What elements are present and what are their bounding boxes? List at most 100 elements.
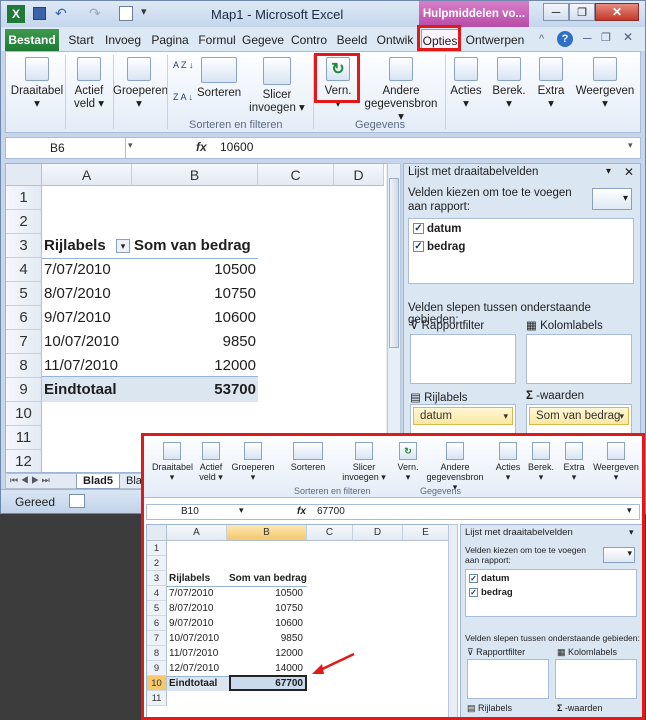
pane-options-icon[interactable]: ▾ bbox=[606, 166, 611, 177]
column-header-a[interactable]: A bbox=[42, 164, 132, 186]
worksheet-grid[interactable]: A B C D 1 2 3 4 5 6 7 8 9 10 11 12 Rijlabels ▾ Som … bbox=[5, 163, 389, 473]
andere-gegevensbron-button[interactable]: Andere gegevensbron ▾ bbox=[361, 57, 441, 124]
field-list-layout-button[interactable]: ▾ bbox=[592, 188, 632, 210]
inset-row-header[interactable]: 11 bbox=[147, 691, 167, 706]
row-header[interactable]: 9 bbox=[6, 378, 42, 402]
inset-row-header[interactable]: 5 bbox=[147, 601, 167, 616]
rapportfilter-area[interactable] bbox=[410, 334, 516, 384]
tab-controleren[interactable]: Contro bbox=[287, 29, 331, 51]
sheet-tab-next[interactable]: Bla bbox=[126, 475, 142, 487]
tab-gegevens[interactable]: Gegeve bbox=[241, 29, 285, 51]
inset-pivot-row-value[interactable]: 10600 bbox=[229, 616, 303, 631]
pivot-row-value[interactable]: 10500 bbox=[134, 258, 256, 282]
vertical-scrollbar[interactable] bbox=[387, 163, 401, 473]
inset-actief-veld-button[interactable]: Actief veld ▾ bbox=[196, 442, 226, 482]
pivot-row-label[interactable]: 10/07/2010 bbox=[44, 330, 119, 354]
draaitabel-button[interactable]: Draaitabel ▾ bbox=[9, 57, 65, 111]
inset-pivot-row-value[interactable]: 12000 bbox=[229, 646, 303, 661]
inset-field-bedrag[interactable]: ✓ bedrag bbox=[469, 587, 513, 598]
inset-pivot-row-label[interactable]: 11/07/2010 bbox=[169, 646, 218, 661]
pivot-row-label[interactable]: 7/07/2010 bbox=[44, 258, 111, 282]
inset-pivot-row-label[interactable]: 9/07/2010 bbox=[169, 616, 214, 631]
inset-pivot-row-label[interactable]: 8/07/2010 bbox=[169, 601, 214, 616]
row-header[interactable]: 3 bbox=[6, 234, 42, 258]
kolomlabels-area[interactable] bbox=[526, 334, 632, 384]
row-header[interactable]: 6 bbox=[6, 306, 42, 330]
close-button[interactable]: ✕ bbox=[595, 3, 639, 21]
help-icon[interactable]: ? bbox=[557, 31, 573, 47]
inset-row-header[interactable]: 6 bbox=[147, 616, 167, 631]
column-header-d[interactable]: D bbox=[334, 164, 384, 186]
inset-pivot-row-label[interactable]: 12/07/2010 bbox=[169, 661, 219, 676]
inset-pivot-row-value[interactable]: 14000 bbox=[229, 661, 303, 676]
sort-za-icon[interactable]: Z A ↓ bbox=[173, 93, 193, 102]
select-all-corner[interactable] bbox=[6, 164, 42, 186]
row-field-chip[interactable]: datum ▾ bbox=[413, 407, 513, 425]
inset-pivot-row-value[interactable]: 10750 bbox=[229, 601, 303, 616]
value-field-chip[interactable]: Som van bedrag ▾ bbox=[529, 407, 629, 425]
inset-row-header[interactable]: 8 bbox=[147, 646, 167, 661]
sorteren-button[interactable]: Sorteren bbox=[197, 57, 241, 100]
formula-input[interactable]: 10600 bbox=[220, 140, 253, 154]
inset-column-header-a[interactable]: A bbox=[167, 525, 227, 541]
tab-formules[interactable]: Formul bbox=[195, 29, 239, 51]
inset-row-header[interactable]: 1 bbox=[147, 541, 167, 556]
inset-row-header[interactable]: 4 bbox=[147, 586, 167, 601]
inset-sorteren-button[interactable]: Sorteren bbox=[282, 442, 334, 472]
extra-button[interactable]: Extra ▾ bbox=[533, 57, 569, 111]
inset-pivot-row-label[interactable]: 10/07/2010 bbox=[169, 631, 219, 646]
inset-groeperen-button[interactable]: Groeperen ▾ bbox=[230, 442, 276, 482]
name-box[interactable]: B6 bbox=[6, 138, 126, 158]
row-header[interactable]: 5 bbox=[6, 282, 42, 306]
pivot-row-value[interactable]: 12000 bbox=[134, 354, 256, 378]
pivot-row-value[interactable]: 9850 bbox=[134, 330, 256, 354]
tab-bestand[interactable]: Bestand bbox=[5, 29, 59, 51]
name-box-dropdown-icon[interactable]: ▾ bbox=[128, 140, 133, 151]
pivot-row-label[interactable]: 9/07/2010 bbox=[44, 306, 111, 330]
inset-bedrag-checkbox[interactable]: ✓ bbox=[469, 587, 478, 597]
inset-function-icon[interactable]: fx bbox=[297, 506, 306, 517]
restore-button[interactable]: ❐ bbox=[569, 3, 595, 21]
inset-column-header-b[interactable]: B bbox=[227, 525, 307, 541]
row-header[interactable]: 10 bbox=[6, 402, 42, 426]
row-header[interactable]: 7 bbox=[6, 330, 42, 354]
save-icon[interactable] bbox=[33, 7, 46, 20]
workbook-restore-button[interactable]: ❐ bbox=[601, 31, 611, 44]
function-icon[interactable]: fx bbox=[196, 140, 207, 154]
pivot-row-label[interactable]: 11/07/2010 bbox=[44, 354, 118, 378]
inset-column-header-c[interactable]: C bbox=[307, 525, 353, 541]
customize-qat-icon[interactable]: ▾ bbox=[141, 5, 147, 18]
inset-row-header[interactable]: 3 bbox=[147, 571, 167, 586]
datum-checkbox[interactable]: ✓ bbox=[413, 223, 424, 235]
inset-weergeven-button[interactable]: Weergeven ▾ bbox=[592, 442, 640, 482]
inset-berek-button[interactable]: Berek. ▾ bbox=[526, 442, 556, 482]
tab-invoegen[interactable]: Invoeg bbox=[101, 29, 145, 51]
inset-formula-input[interactable]: 67700 bbox=[317, 506, 345, 517]
inset-pivot-row-label[interactable]: 7/07/2010 bbox=[169, 586, 214, 601]
field-bedrag[interactable]: ✓ bedrag bbox=[413, 241, 465, 253]
row-header[interactable]: 8 bbox=[6, 354, 42, 378]
tab-beeld[interactable]: Beeld bbox=[333, 29, 371, 51]
inset-select-all[interactable] bbox=[147, 525, 167, 541]
inset-rapportfilter-area[interactable] bbox=[467, 659, 549, 699]
slicer-invoegen-button[interactable]: Slicer invoegen ▾ bbox=[245, 57, 309, 115]
inset-field-datum[interactable]: ✓ datum bbox=[469, 573, 510, 584]
inset-vertical-scrollbar[interactable] bbox=[448, 524, 458, 717]
berekeningen-button[interactable]: Berek. ▾ bbox=[489, 57, 529, 111]
inset-andere-button[interactable]: Andere gegevensbron ▾ bbox=[424, 442, 486, 492]
inset-row-header[interactable]: 2 bbox=[147, 556, 167, 571]
inset-row-header[interactable]: 10 bbox=[147, 676, 167, 691]
inset-extra-button[interactable]: Extra ▾ bbox=[560, 442, 588, 482]
inset-layout-button[interactable]: ▾ bbox=[603, 547, 635, 563]
inset-pivot-row-value[interactable]: 10500 bbox=[229, 586, 303, 601]
inset-row-header[interactable]: 7 bbox=[147, 631, 167, 646]
actief-veld-button[interactable]: Actief veld ▾ bbox=[67, 57, 111, 111]
row-header[interactable]: 12 bbox=[6, 450, 42, 472]
sheet-tab-blad5[interactable]: Blad5 bbox=[76, 474, 120, 489]
tab-ontwikkelaars[interactable]: Ontwik bbox=[373, 29, 417, 51]
inset-column-header-e[interactable]: E bbox=[403, 525, 449, 541]
inset-name-box-dropdown-icon[interactable]: ▾ bbox=[239, 505, 244, 516]
field-datum[interactable]: ✓ datum bbox=[413, 223, 462, 235]
column-header-b[interactable]: B bbox=[132, 164, 258, 186]
bedrag-checkbox[interactable]: ✓ bbox=[413, 241, 424, 253]
